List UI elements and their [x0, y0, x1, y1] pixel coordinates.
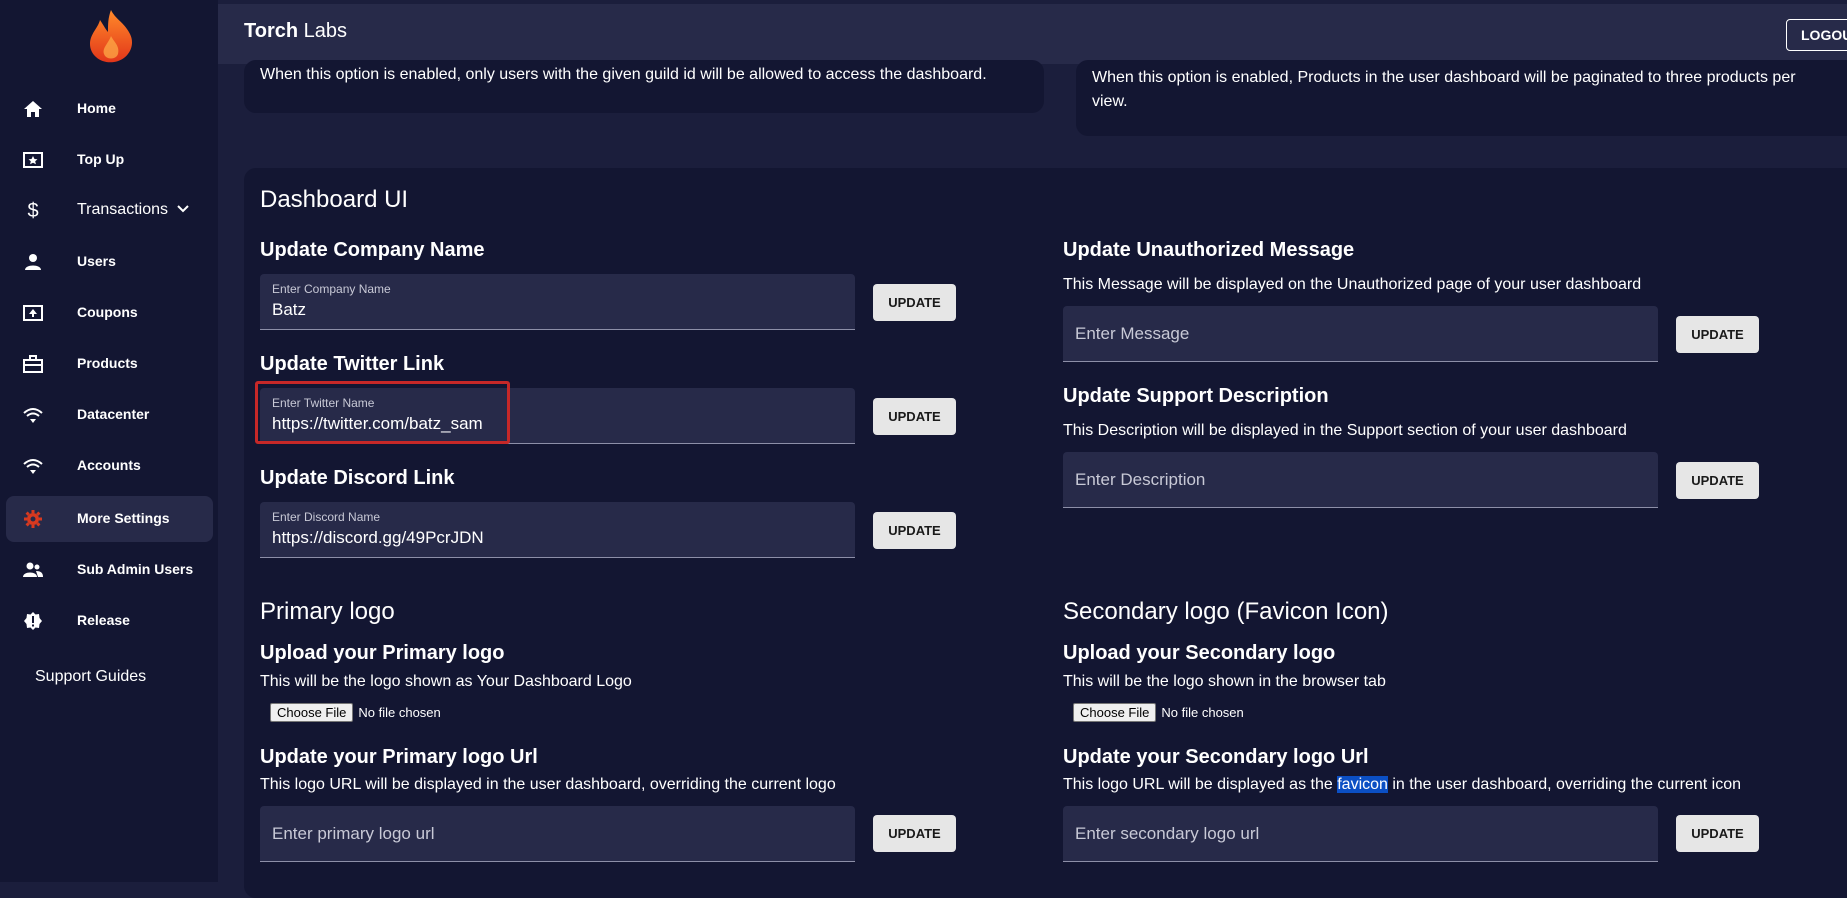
- group-icon: [22, 560, 44, 580]
- coupon-icon: [22, 303, 44, 323]
- update-support-button[interactable]: UPDATE: [1676, 462, 1759, 499]
- discord-field[interactable]: Enter Discord Name https://discord.gg/49…: [260, 502, 855, 558]
- company-heading: Update Company Name: [260, 239, 485, 261]
- field-placeholder: Enter primary logo url: [272, 824, 435, 843]
- gear-icon: [22, 509, 44, 529]
- support-heading: Update Support Description: [1063, 385, 1329, 407]
- unauth-message-input[interactable]: Enter Message: [1063, 306, 1658, 362]
- sidebar-item-label: Top Up: [77, 151, 125, 167]
- field-placeholder: Enter Message: [1075, 324, 1190, 343]
- pagination-option-card: When this option is enabled, Products in…: [1076, 60, 1847, 136]
- field-placeholder: Enter secondary logo url: [1075, 824, 1260, 843]
- choose-file-button[interactable]: Choose File: [270, 703, 354, 722]
- update-company-button[interactable]: UPDATE: [873, 284, 956, 321]
- sidebar-item-label: Home: [77, 100, 116, 116]
- secondary-logo-title: Secondary logo (Favicon Icon): [1063, 598, 1389, 625]
- brand-title: Torch Labs: [244, 20, 347, 43]
- sidebar-item-label: Datacenter: [77, 406, 150, 422]
- no-file-label: No file chosen: [1161, 705, 1244, 720]
- field-value: https://discord.gg/49PcrJDN: [272, 528, 484, 547]
- topbar: [218, 4, 1847, 64]
- sidebar-item-label: Accounts: [77, 457, 141, 473]
- primary-file-picker: Choose File No file chosen: [270, 703, 441, 722]
- desc-part: This logo URL will be displayed as the: [1063, 776, 1338, 793]
- sidebar-item-label: Products: [77, 355, 138, 371]
- update-primary-url-button[interactable]: UPDATE: [873, 815, 956, 852]
- sidebar-item-products[interactable]: Products: [6, 341, 213, 387]
- secondary-upload-desc: This will be the logo shown in the brows…: [1063, 673, 1386, 690]
- primary-url-desc: This logo URL will be displayed in the u…: [260, 776, 836, 793]
- unauth-heading: Update Unauthorized Message: [1063, 239, 1355, 261]
- primary-logo-url-input[interactable]: Enter primary logo url: [260, 806, 855, 862]
- sidebar-item-accounts[interactable]: Accounts: [6, 443, 213, 489]
- sidebar: Home Top Up $ Transactions Users Coupons…: [0, 0, 218, 882]
- support-description-input[interactable]: Enter Description: [1063, 452, 1658, 508]
- discord-heading: Update Discord Link: [260, 467, 455, 489]
- user-icon: [22, 252, 44, 272]
- dollar-icon: $: [27, 199, 39, 222]
- wifi-icon: [22, 405, 44, 425]
- primary-upload-heading: Upload your Primary logo: [260, 642, 505, 664]
- update-secondary-url-button[interactable]: UPDATE: [1676, 815, 1759, 852]
- sidebar-item-release[interactable]: Release: [6, 598, 213, 644]
- chevron-down-icon: [177, 205, 189, 213]
- secondary-url-desc: This logo URL will be displayed as the f…: [1063, 776, 1741, 794]
- unauth-desc: This Message will be displayed on the Un…: [1063, 276, 1642, 293]
- update-discord-button[interactable]: UPDATE: [873, 512, 956, 549]
- field-label: Enter Company Name: [272, 282, 391, 296]
- sidebar-item-label: Sub Admin Users: [77, 561, 194, 577]
- logout-button[interactable]: LOGOUT: [1786, 19, 1847, 51]
- sidebar-item-users[interactable]: Users: [6, 239, 213, 285]
- field-placeholder: Enter Description: [1075, 470, 1206, 489]
- pagination-option-desc: When this option is enabled, Products in…: [1092, 69, 1796, 110]
- brand-rest: Labs: [298, 20, 348, 42]
- sidebar-item-label: Users: [77, 253, 116, 269]
- sidebar-item-label: Coupons: [77, 304, 138, 320]
- choose-file-button[interactable]: Choose File: [1073, 703, 1157, 722]
- brand-bold: Torch: [244, 20, 299, 42]
- primary-logo-title: Primary logo: [260, 598, 395, 625]
- section-title: Dashboard UI: [260, 186, 409, 213]
- update-unauth-button[interactable]: UPDATE: [1676, 316, 1759, 353]
- sidebar-item-label: Transactions: [77, 201, 168, 218]
- desc-part: in the user dashboard, overriding the cu…: [1387, 776, 1742, 793]
- selected-text: favicon: [1337, 776, 1388, 793]
- update-twitter-button[interactable]: UPDATE: [873, 398, 956, 435]
- sidebar-item-transactions[interactable]: $ Transactions: [6, 188, 213, 234]
- guild-option-desc: When this option is enabled, only users …: [260, 66, 987, 83]
- guild-option-card: When this option is enabled, only users …: [244, 60, 1044, 113]
- sidebar-item-label: Release: [77, 612, 130, 628]
- briefcase-icon: [22, 354, 44, 374]
- alert-badge-icon: [22, 611, 44, 631]
- primary-upload-desc: This will be the logo shown as Your Dash…: [260, 673, 632, 690]
- field-label: Enter Discord Name: [272, 510, 381, 524]
- sidebar-item-label: More Settings: [77, 510, 170, 526]
- flame-logo-icon[interactable]: [80, 6, 142, 68]
- red-highlight-box: [255, 381, 510, 444]
- sidebar-item-coupons[interactable]: Coupons: [6, 290, 213, 336]
- primary-url-heading: Update your Primary logo Url: [260, 746, 538, 768]
- secondary-upload-heading: Upload your Secondary logo: [1063, 642, 1336, 664]
- secondary-file-picker: Choose File No file chosen: [1073, 703, 1244, 722]
- secondary-logo-url-input[interactable]: Enter secondary logo url: [1063, 806, 1658, 862]
- star-card-icon: [22, 150, 44, 170]
- field-value: Batz: [272, 300, 307, 319]
- sidebar-item-sub-admin-users[interactable]: Sub Admin Users: [6, 547, 213, 593]
- twitter-heading: Update Twitter Link: [260, 353, 445, 375]
- company-name-field[interactable]: Enter Company Name Batz: [260, 274, 855, 330]
- support-desc: This Description will be displayed in th…: [1063, 422, 1627, 439]
- support-guides-link[interactable]: Support Guides: [35, 668, 146, 686]
- secondary-url-heading: Update your Secondary logo Url: [1063, 746, 1369, 768]
- sidebar-item-more-settings[interactable]: More Settings: [6, 496, 213, 542]
- sidebar-item-top-up[interactable]: Top Up: [6, 137, 213, 183]
- home-icon: [22, 99, 44, 119]
- wifi-icon: [22, 456, 44, 476]
- no-file-label: No file chosen: [358, 705, 441, 720]
- sidebar-item-datacenter[interactable]: Datacenter: [6, 392, 213, 438]
- sidebar-item-home[interactable]: Home: [6, 86, 213, 132]
